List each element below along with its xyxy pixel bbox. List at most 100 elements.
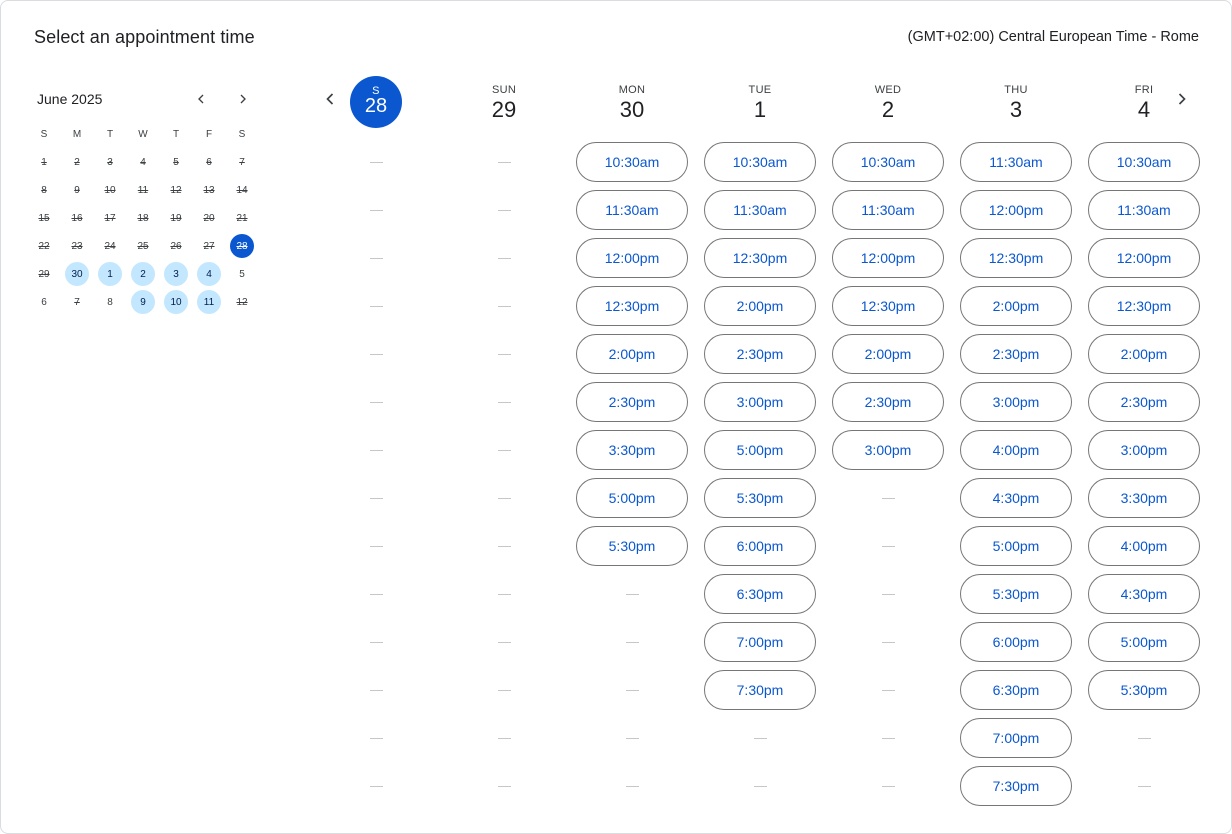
time-slot-button[interactable]: 2:30pm bbox=[832, 382, 944, 422]
mini-day-cell: 29 bbox=[38, 268, 50, 280]
time-slot-button[interactable]: 2:30pm bbox=[960, 334, 1072, 374]
time-slot-button[interactable]: 5:30pm bbox=[1088, 670, 1200, 710]
day-header: MON 30 bbox=[576, 84, 688, 123]
week-prev-button[interactable] bbox=[318, 87, 342, 111]
time-slot-button[interactable]: 12:30pm bbox=[576, 286, 688, 326]
no-slot-dash bbox=[626, 594, 639, 595]
time-slot-button[interactable]: 5:00pm bbox=[704, 430, 816, 470]
no-slot-dash bbox=[626, 786, 639, 787]
time-slot-button[interactable]: 4:30pm bbox=[960, 478, 1072, 518]
time-slot-button[interactable]: 2:30pm bbox=[704, 334, 816, 374]
time-slot-button[interactable]: 4:00pm bbox=[960, 430, 1072, 470]
time-slot-button[interactable]: 11:30am bbox=[960, 142, 1072, 182]
mini-day-cell: 9 bbox=[74, 184, 80, 196]
time-slot-button[interactable]: 2:00pm bbox=[704, 286, 816, 326]
mini-day-cell[interactable]: 30 bbox=[65, 262, 89, 286]
mini-day-cell[interactable]: 10 bbox=[164, 290, 188, 314]
time-slot-button[interactable]: 2:00pm bbox=[832, 334, 944, 374]
no-slot-dash bbox=[498, 594, 511, 595]
time-slot-button[interactable]: 7:30pm bbox=[704, 670, 816, 710]
no-slot-dash bbox=[370, 162, 383, 163]
time-slot-button[interactable]: 2:30pm bbox=[1088, 382, 1200, 422]
mini-calendar-month: June 2025 bbox=[37, 91, 103, 107]
mini-day-cell[interactable]: 2 bbox=[131, 262, 155, 286]
time-slot-button[interactable]: 11:30am bbox=[704, 190, 816, 230]
time-slot-button[interactable]: 12:30pm bbox=[704, 238, 816, 278]
time-slot-button[interactable]: 12:30pm bbox=[960, 238, 1072, 278]
chevron-left-icon bbox=[198, 94, 204, 104]
mini-day-cell[interactable]: 11 bbox=[197, 290, 221, 314]
no-slot-dash bbox=[626, 738, 639, 739]
time-slot-button[interactable]: 12:00pm bbox=[1088, 238, 1200, 278]
mini-day-cell[interactable]: 9 bbox=[131, 290, 155, 314]
mini-day-cell[interactable]: 3 bbox=[164, 262, 188, 286]
time-slot-button[interactable]: 10:30am bbox=[1088, 142, 1200, 182]
mini-day-cell: 7 bbox=[74, 296, 80, 308]
no-slot-dash bbox=[370, 642, 383, 643]
no-slot-dash bbox=[370, 210, 383, 211]
mini-day-cell[interactable]: 28 bbox=[230, 234, 254, 258]
mini-day-cell[interactable]: 4 bbox=[197, 262, 221, 286]
time-slot-button[interactable]: 4:00pm bbox=[1088, 526, 1200, 566]
mini-weekday-label: W bbox=[138, 128, 148, 140]
time-slot-button[interactable]: 12:00pm bbox=[960, 190, 1072, 230]
time-slot-button[interactable]: 7:30pm bbox=[960, 766, 1072, 806]
mini-day-cell: 19 bbox=[170, 212, 182, 224]
mini-next-month-button[interactable] bbox=[231, 87, 255, 111]
time-slot-button[interactable]: 3:30pm bbox=[576, 430, 688, 470]
time-slot-button[interactable]: 2:30pm bbox=[576, 382, 688, 422]
time-slot-button[interactable]: 5:00pm bbox=[576, 478, 688, 518]
time-slot-button[interactable]: 11:30am bbox=[832, 190, 944, 230]
mini-weekday-label: T bbox=[172, 128, 180, 140]
time-slot-button[interactable]: 7:00pm bbox=[704, 622, 816, 662]
time-slot-button[interactable]: 12:30pm bbox=[1088, 286, 1200, 326]
time-slot-button[interactable]: 5:30pm bbox=[960, 574, 1072, 614]
no-slot-dash bbox=[370, 546, 383, 547]
today-date-circle[interactable]: S 28 bbox=[350, 76, 402, 128]
time-slot-button[interactable]: 12:30pm bbox=[832, 286, 944, 326]
time-slot-button[interactable]: 6:00pm bbox=[704, 526, 816, 566]
mini-day-cell: 3 bbox=[107, 156, 113, 168]
time-slot-button[interactable]: 5:30pm bbox=[704, 478, 816, 518]
time-slot-button[interactable]: 6:00pm bbox=[960, 622, 1072, 662]
mini-weekday-label: S bbox=[238, 128, 246, 140]
no-slot-dash bbox=[370, 306, 383, 307]
mini-day-cell[interactable]: 1 bbox=[98, 262, 122, 286]
timezone-label[interactable]: (GMT+02:00) Central European Time - Rome bbox=[908, 29, 1199, 45]
time-slot-button[interactable]: 11:30am bbox=[576, 190, 688, 230]
time-slot-button[interactable]: 6:30pm bbox=[960, 670, 1072, 710]
time-slot-button[interactable]: 11:30am bbox=[1088, 190, 1200, 230]
time-slot-button[interactable]: 12:00pm bbox=[576, 238, 688, 278]
time-slot-button[interactable]: 7:00pm bbox=[960, 718, 1072, 758]
mini-day-cell: 12 bbox=[170, 184, 182, 196]
time-slot-button[interactable]: 10:30am bbox=[704, 142, 816, 182]
time-slot-button[interactable]: 3:00pm bbox=[960, 382, 1072, 422]
time-slot-button[interactable]: 3:00pm bbox=[1088, 430, 1200, 470]
no-slot-dash bbox=[1138, 738, 1151, 739]
time-slot-button[interactable]: 6:30pm bbox=[704, 574, 816, 614]
mini-day-cell: 15 bbox=[38, 212, 50, 224]
no-slot-dash bbox=[626, 690, 639, 691]
time-slot-button[interactable]: 10:30am bbox=[576, 142, 688, 182]
mini-prev-month-button[interactable] bbox=[189, 87, 213, 111]
time-slot-button[interactable]: 2:00pm bbox=[960, 286, 1072, 326]
mini-day-cell: 23 bbox=[71, 240, 83, 252]
no-slot-dash bbox=[754, 786, 767, 787]
time-slot-button[interactable]: 3:00pm bbox=[704, 382, 816, 422]
mini-day-cell: 11 bbox=[137, 184, 149, 196]
time-slot-button[interactable]: 5:30pm bbox=[576, 526, 688, 566]
time-slot-button[interactable]: 5:00pm bbox=[960, 526, 1072, 566]
time-slot-button[interactable]: 2:00pm bbox=[1088, 334, 1200, 374]
time-slot-button[interactable]: 12:00pm bbox=[832, 238, 944, 278]
time-slot-button[interactable]: 2:00pm bbox=[576, 334, 688, 374]
time-slot-button[interactable]: 3:30pm bbox=[1088, 478, 1200, 518]
time-slot-button[interactable]: 10:30am bbox=[832, 142, 944, 182]
no-slot-dash bbox=[882, 690, 895, 691]
mini-day-cell: 17 bbox=[104, 212, 116, 224]
time-slot-button[interactable]: 4:30pm bbox=[1088, 574, 1200, 614]
mini-day-cell: 5 bbox=[173, 156, 179, 168]
mini-day-cell: 22 bbox=[38, 240, 50, 252]
time-slot-button[interactable]: 3:00pm bbox=[832, 430, 944, 470]
time-slot-button[interactable]: 5:00pm bbox=[1088, 622, 1200, 662]
no-slot-dash bbox=[1138, 786, 1151, 787]
